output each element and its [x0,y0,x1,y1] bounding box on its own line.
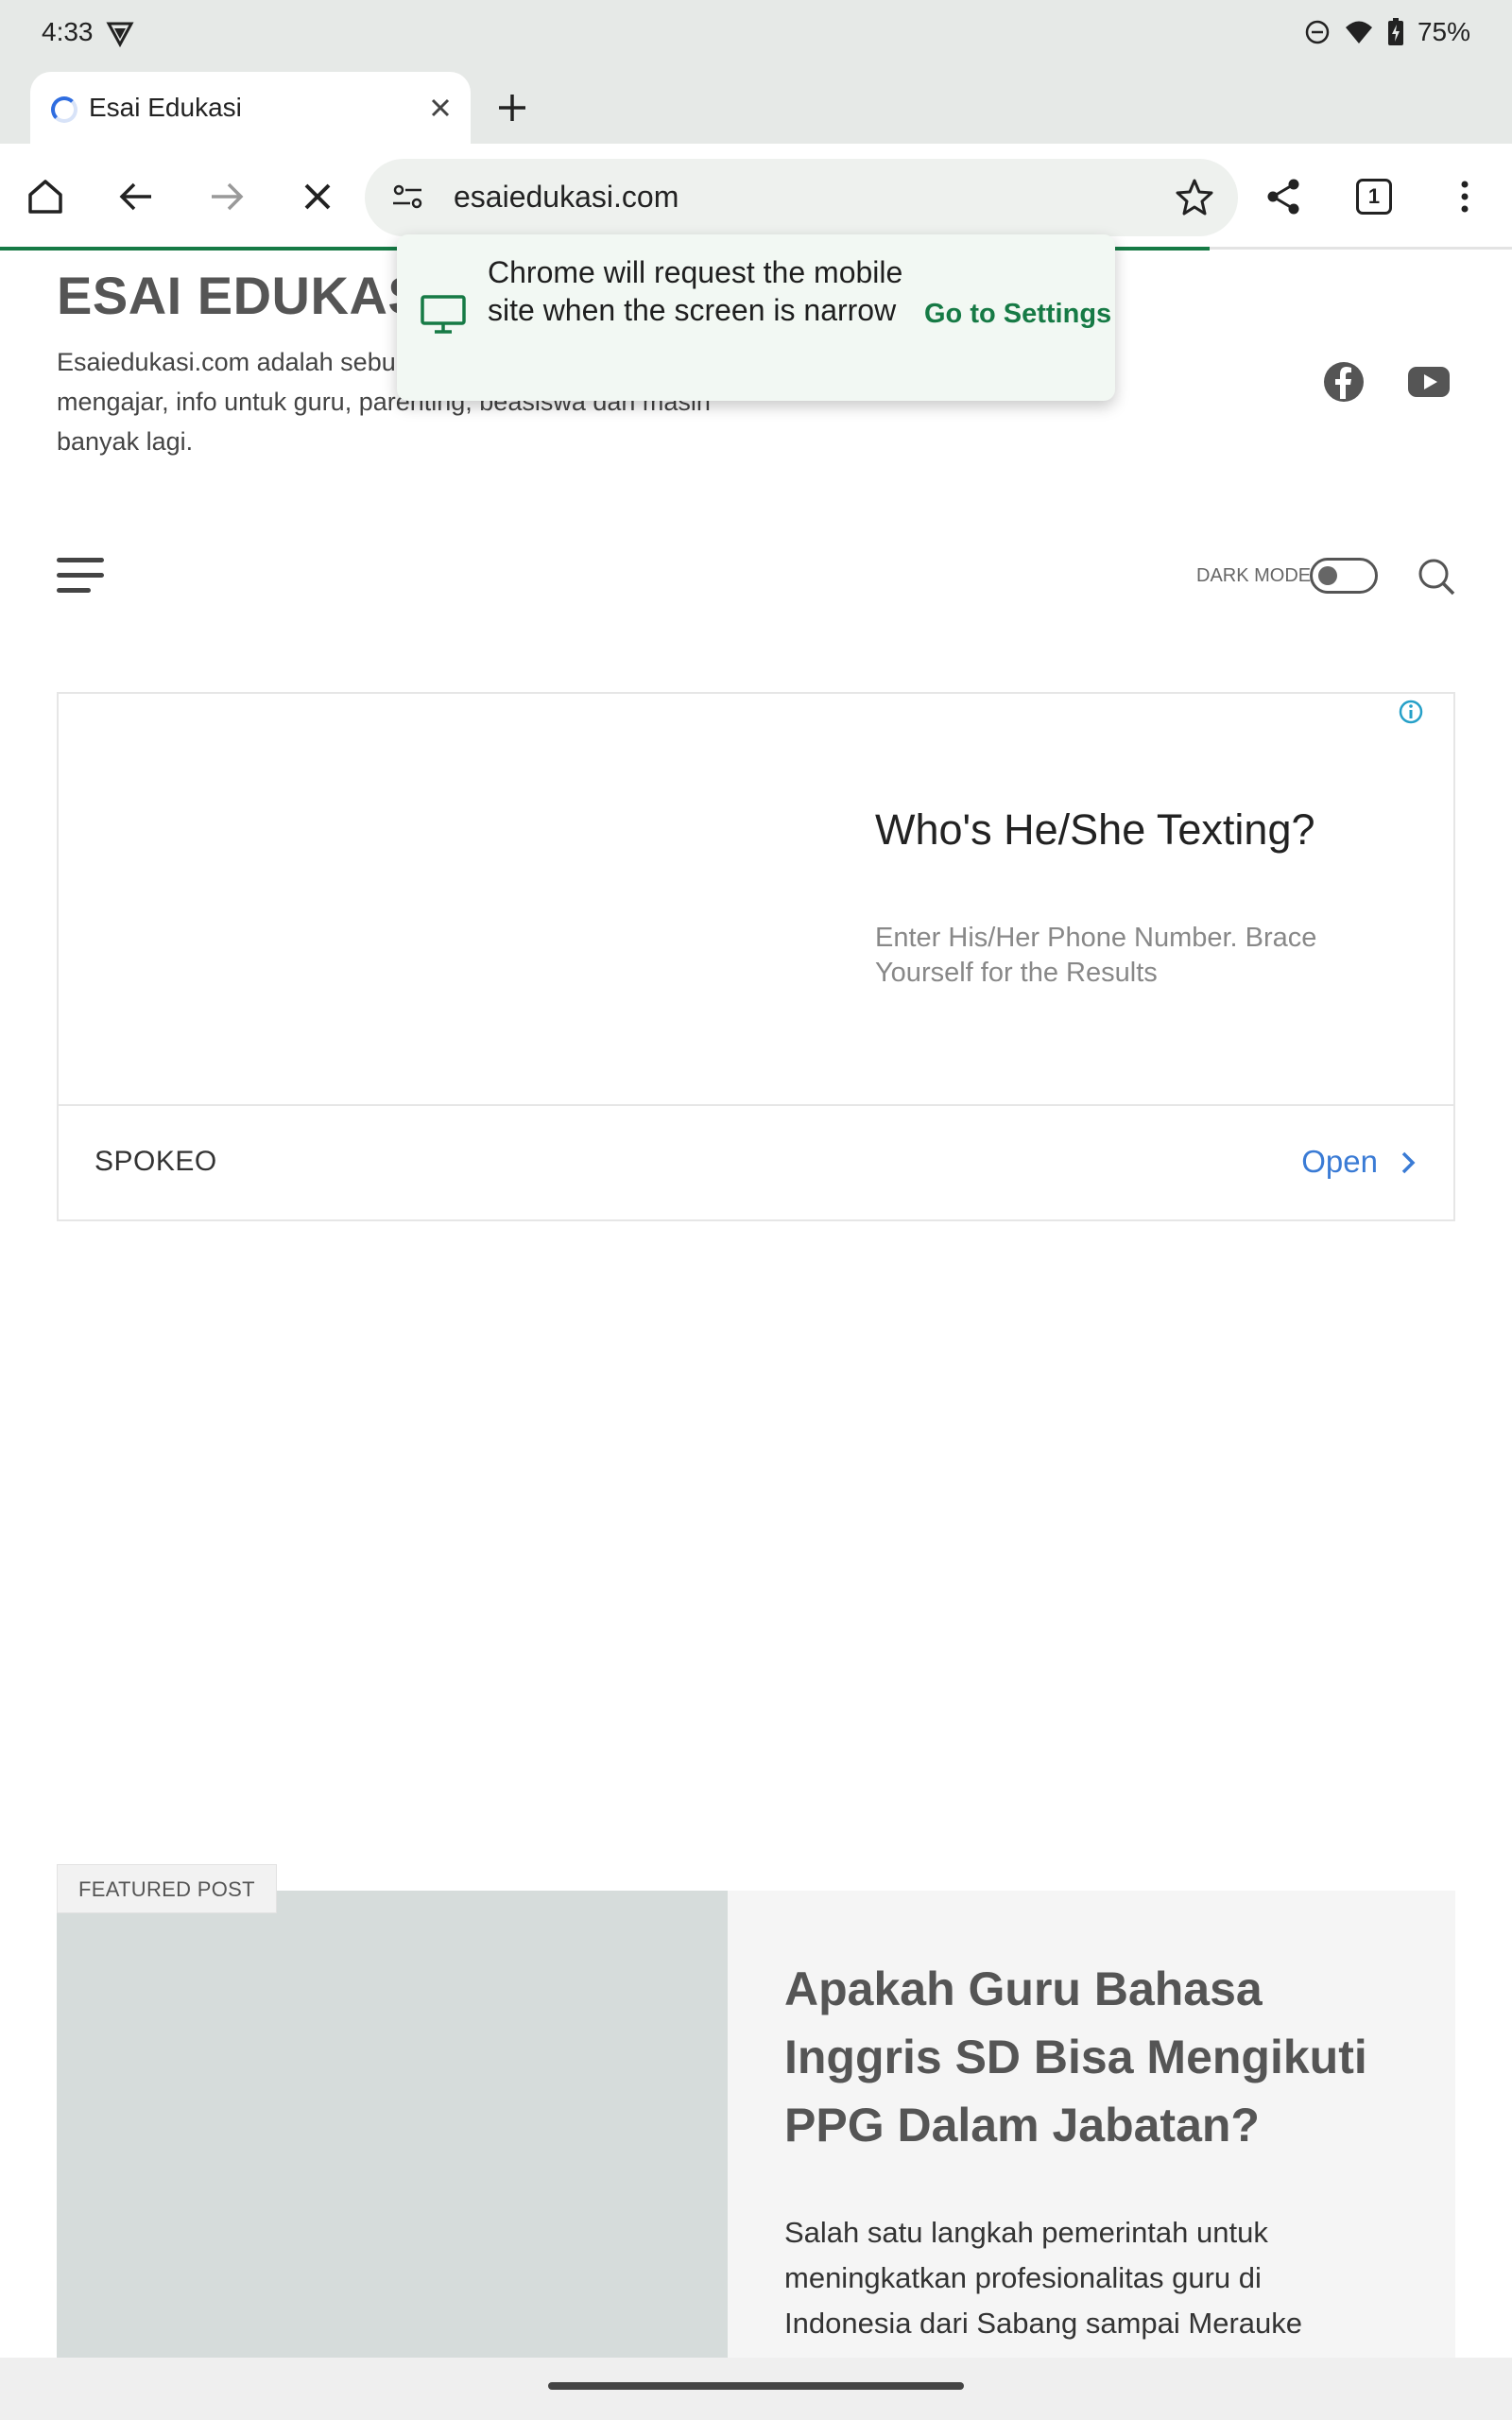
featured-badge: FEATURED POST [57,1864,277,1913]
tab-count: 1 [1356,179,1392,215]
dnd-icon [1305,20,1330,44]
menu-icon[interactable] [57,558,104,594]
toggle-knob [1318,566,1337,585]
new-tab-icon[interactable] [491,87,533,129]
address-bar[interactable]: esaiedukasi.com [365,159,1238,236]
search-icon[interactable] [1416,556,1457,597]
overflow-menu-button[interactable] [1438,170,1491,223]
featured-panel: Apakah Guru Bahasa Inggris SD Bisa Mengi… [728,1891,1455,2385]
close-icon[interactable] [423,91,457,125]
home-gesture-handle[interactable] [548,2382,964,2390]
featured-title[interactable]: Apakah Guru Bahasa Inggris SD Bisa Mengi… [784,1955,1408,2159]
loading-spinner-icon [51,96,77,123]
featured-image[interactable] [57,1891,728,2363]
ad-brand: SPOKEO [94,1146,217,1177]
dark-mode-toggle[interactable] [1310,558,1378,594]
youtube-icon[interactable] [1406,359,1452,405]
go-to-settings-button[interactable]: Go to Settings [924,299,1111,330]
site-title[interactable]: ESAI EDUKASI [57,265,438,326]
close-icon [304,183,331,210]
home-icon [28,180,62,214]
back-button[interactable] [110,170,163,223]
system-nav-bar [0,2358,1512,2420]
tab-title: Esai Edukasi [89,93,242,122]
status-icons: 75% [1304,17,1470,47]
status-bar: 4:33 75% [0,0,1512,68]
shield-icon [106,22,134,47]
home-button[interactable] [19,170,72,223]
bookmark-star-icon[interactable] [1174,176,1215,217]
wifi-icon [1345,21,1372,43]
chevron-right-icon[interactable] [1397,1150,1419,1176]
mobile-site-popup: Chrome will request the mobile site when… [397,234,1115,401]
forward-button[interactable] [200,170,253,223]
ad-open-button[interactable]: Open [1301,1144,1378,1180]
popup-message: Chrome will request the mobile site when… [488,255,903,327]
more-vert-icon [1461,181,1469,213]
forward-arrow-icon [212,182,244,211]
back-arrow-icon [119,182,151,211]
site-settings-icon[interactable] [389,178,427,216]
dark-mode-label: DARK MODE [1196,565,1312,586]
tab-strip: Esai Edukasi [0,68,1512,144]
browser-tab[interactable]: Esai Edukasi [30,72,471,144]
ad-footer: SPOKEO Open [59,1104,1453,1221]
battery-level: 75% [1417,17,1470,46]
url-text[interactable]: esaiedukasi.com [454,180,679,215]
status-time: 4:33 [42,17,94,46]
ad-body: Enter His/Her Phone Number. Brace Yourse… [875,923,1317,988]
share-button[interactable] [1257,170,1310,223]
tab-switcher-button[interactable]: 1 [1348,170,1400,223]
desktop-icon [421,295,466,334]
share-icon [1267,179,1299,215]
info-icon[interactable] [1397,698,1425,726]
battery-icon [1387,18,1403,45]
ad-headline[interactable]: Who's He/She Texting? [875,805,1315,855]
facebook-icon[interactable] [1321,359,1366,405]
advertisement[interactable]: Who's He/She Texting? Enter His/Her Phon… [57,692,1455,1221]
stop-loading-button[interactable] [291,170,344,223]
